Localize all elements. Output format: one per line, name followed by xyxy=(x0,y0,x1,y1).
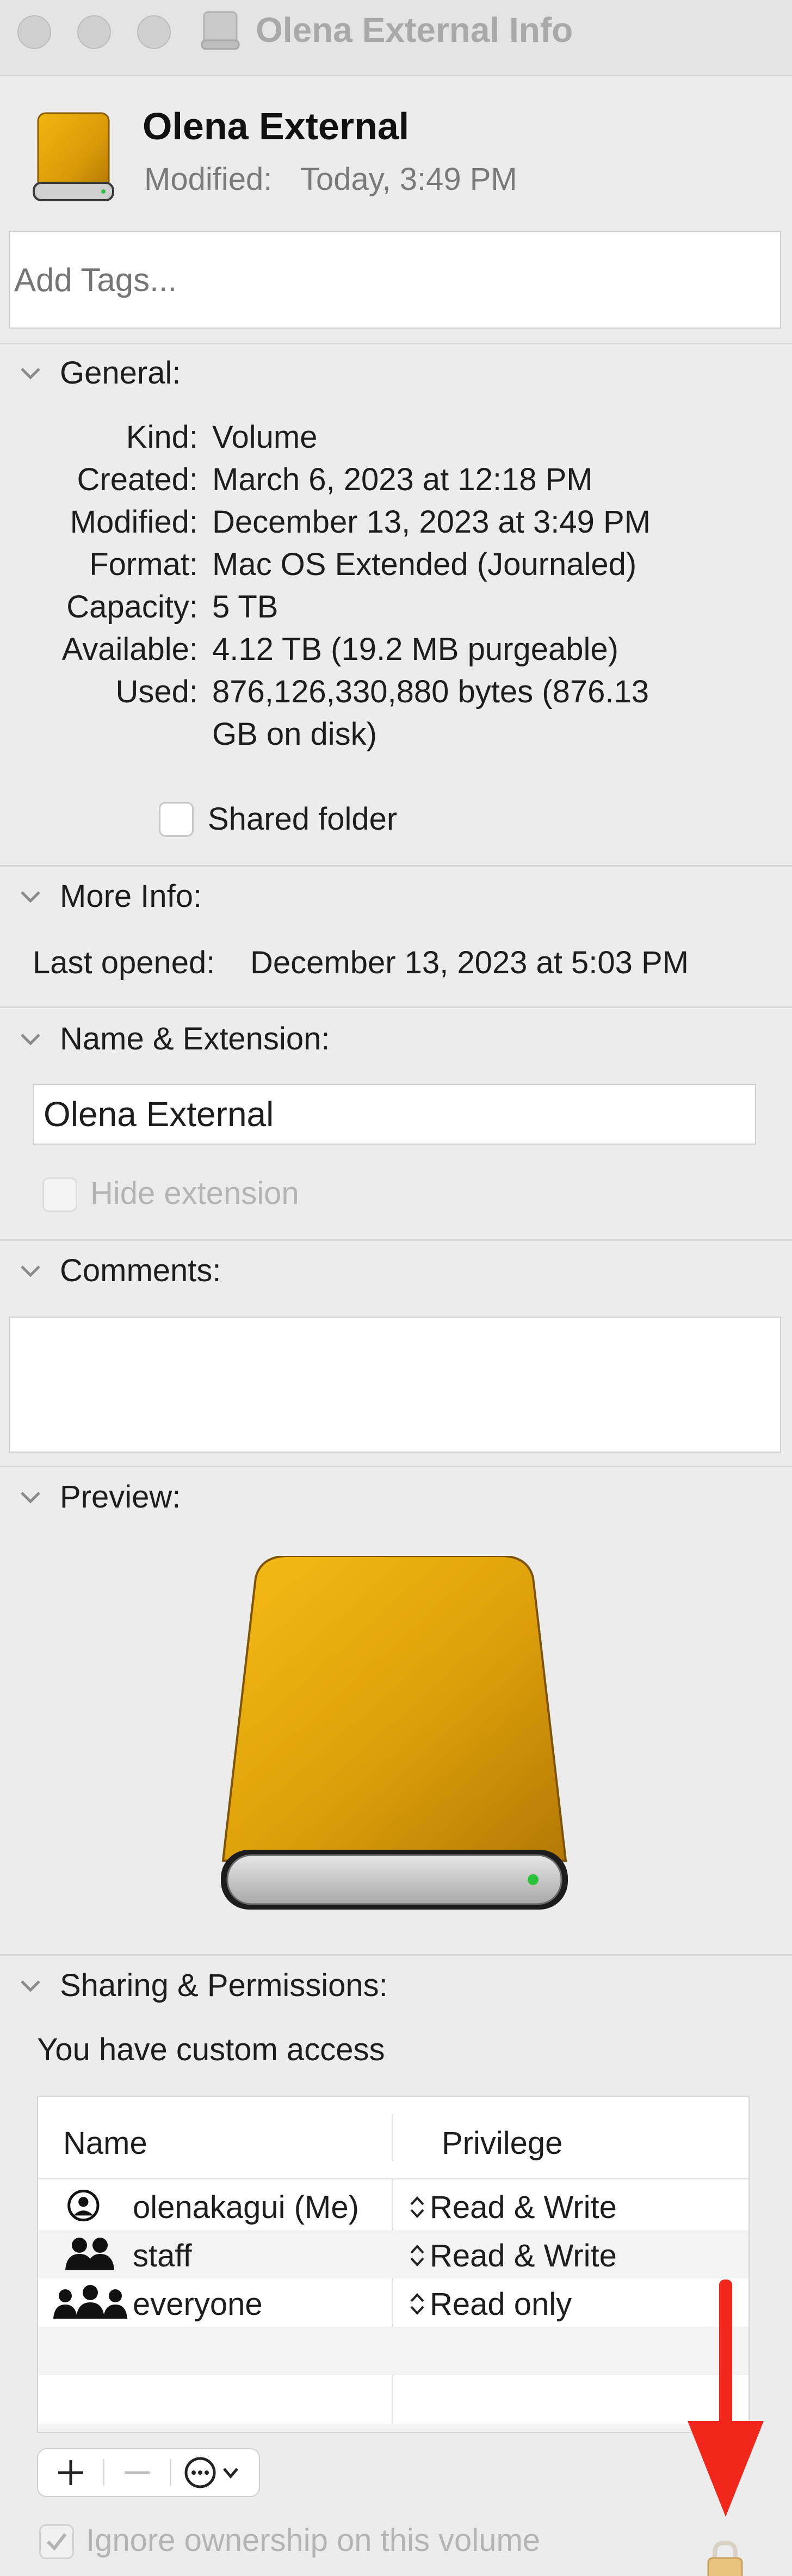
column-header-privilege[interactable]: Privilege xyxy=(442,2125,562,2161)
section-sharing-title: Sharing & Permissions: xyxy=(60,1968,388,2003)
capacity-label: Capacity: xyxy=(66,589,198,625)
remove-icon[interactable] xyxy=(104,2448,170,2497)
close-button[interactable] xyxy=(17,15,51,49)
chevron-down-icon xyxy=(18,885,42,909)
section-preview-title: Preview: xyxy=(60,1479,181,1515)
section-more-info[interactable]: More Info: xyxy=(18,878,202,915)
empty-row xyxy=(38,2375,748,2424)
section-general[interactable]: General: xyxy=(18,355,181,391)
format-label: Format: xyxy=(89,547,198,582)
shared-folder-checkbox[interactable] xyxy=(159,802,194,837)
kind-label: Kind: xyxy=(126,419,198,455)
row-privilege[interactable]: Read only xyxy=(430,2286,572,2322)
modified-value: Today, 3:49 PM xyxy=(300,162,517,197)
tags-input[interactable] xyxy=(9,231,781,329)
stepper-icon[interactable] xyxy=(408,2194,426,2221)
table-row[interactable]: staff Read & Write xyxy=(38,2230,748,2278)
capacity-value: 5 TB xyxy=(212,589,279,625)
modified-value-general: December 13, 2023 at 3:49 PM xyxy=(212,504,651,540)
row-name: everyone xyxy=(133,2287,263,2322)
section-preview[interactable]: Preview: xyxy=(18,1479,181,1515)
checkmark-icon xyxy=(46,2533,67,2551)
permission-buttons xyxy=(37,2448,260,2497)
section-sharing-permissions[interactable]: Sharing & Permissions: xyxy=(18,1967,388,2004)
hide-extension-checkbox[interactable] xyxy=(42,1177,77,1212)
section-name-extension[interactable]: Name & Extension: xyxy=(18,1021,330,1057)
divider xyxy=(0,343,792,344)
divider xyxy=(0,1006,792,1008)
table-row[interactable]: everyone Read only xyxy=(38,2278,748,2327)
section-name-extension-title: Name & Extension: xyxy=(60,1021,330,1057)
permissions-table: Name Privilege olenakagui (Me) Read & Wr… xyxy=(37,2096,750,2433)
stepper-icon[interactable] xyxy=(408,2242,426,2269)
everyone-icon xyxy=(53,2285,127,2319)
section-general-title: General: xyxy=(60,355,181,391)
row-name: staff xyxy=(133,2238,192,2274)
section-comments[interactable]: Comments: xyxy=(18,1252,221,1289)
used-value: 876,126,330,880 bytes (876.13 xyxy=(212,674,649,709)
row-privilege[interactable]: Read & Write xyxy=(430,2189,617,2226)
external-drive-preview-icon xyxy=(221,1556,568,1910)
last-opened-value: December 13, 2023 at 5:03 PM xyxy=(250,945,689,980)
chevron-down-icon xyxy=(18,1027,42,1051)
available-value: 4.12 TB (19.2 MB purgeable) xyxy=(212,632,618,667)
divider xyxy=(0,1954,792,1956)
hide-extension-label: Hide extension xyxy=(90,1176,299,1211)
item-name: Olena External xyxy=(143,105,410,147)
divider xyxy=(0,1239,792,1241)
group-icon xyxy=(65,2238,114,2270)
name-field[interactable] xyxy=(33,1084,756,1145)
comments-textarea[interactable] xyxy=(9,1317,781,1453)
zoom-button[interactable] xyxy=(137,15,171,49)
red-arrow-annotation xyxy=(688,2280,764,2517)
chevron-down-icon xyxy=(18,1485,42,1509)
minimize-button[interactable] xyxy=(77,15,111,49)
drive-title-icon xyxy=(201,11,240,50)
table-row[interactable]: olenakagui (Me) Read & Write xyxy=(38,2182,748,2230)
column-header-name[interactable]: Name xyxy=(63,2125,147,2161)
empty-row xyxy=(38,2327,748,2375)
divider xyxy=(0,865,792,867)
ignore-ownership-label: Ignore ownership on this volume xyxy=(86,2523,541,2558)
chevron-down-icon xyxy=(18,361,42,385)
add-icon[interactable] xyxy=(38,2448,103,2497)
column-separator xyxy=(392,2114,393,2161)
row-privilege[interactable]: Read & Write xyxy=(430,2238,617,2274)
external-drive-icon xyxy=(33,112,114,201)
used-value-line2: GB on disk) xyxy=(212,716,377,752)
stepper-icon[interactable] xyxy=(408,2290,426,2318)
ignore-ownership-checkbox[interactable] xyxy=(39,2524,74,2559)
divider xyxy=(0,1466,792,1467)
access-text: You have custom access xyxy=(37,2032,385,2067)
empty-row xyxy=(38,2424,748,2432)
used-label: Used: xyxy=(115,674,198,709)
created-value: March 6, 2023 at 12:18 PM xyxy=(212,462,593,497)
section-comments-title: Comments: xyxy=(60,1253,221,1288)
chevron-down-icon xyxy=(18,1259,42,1283)
row-name: olenakagui (Me) xyxy=(133,2190,359,2225)
shared-folder-label: Shared folder xyxy=(208,801,398,837)
available-label: Available: xyxy=(61,632,198,667)
single-user-icon xyxy=(67,2189,100,2222)
window-title: Olena External Info xyxy=(256,10,573,50)
format-value: Mac OS Extended (Journaled) xyxy=(212,547,637,582)
kind-value: Volume xyxy=(212,419,318,455)
modified-label-general: Modified: xyxy=(70,504,198,540)
lock-icon[interactable] xyxy=(703,2540,747,2576)
chevron-down-icon xyxy=(18,1974,42,1998)
more-actions-icon[interactable] xyxy=(171,2448,258,2497)
last-opened-label: Last opened: xyxy=(33,945,215,980)
created-label: Created: xyxy=(77,462,198,497)
header-divider xyxy=(38,2178,748,2179)
modified-label: Modified: xyxy=(144,162,273,197)
section-more-info-title: More Info: xyxy=(60,879,202,914)
